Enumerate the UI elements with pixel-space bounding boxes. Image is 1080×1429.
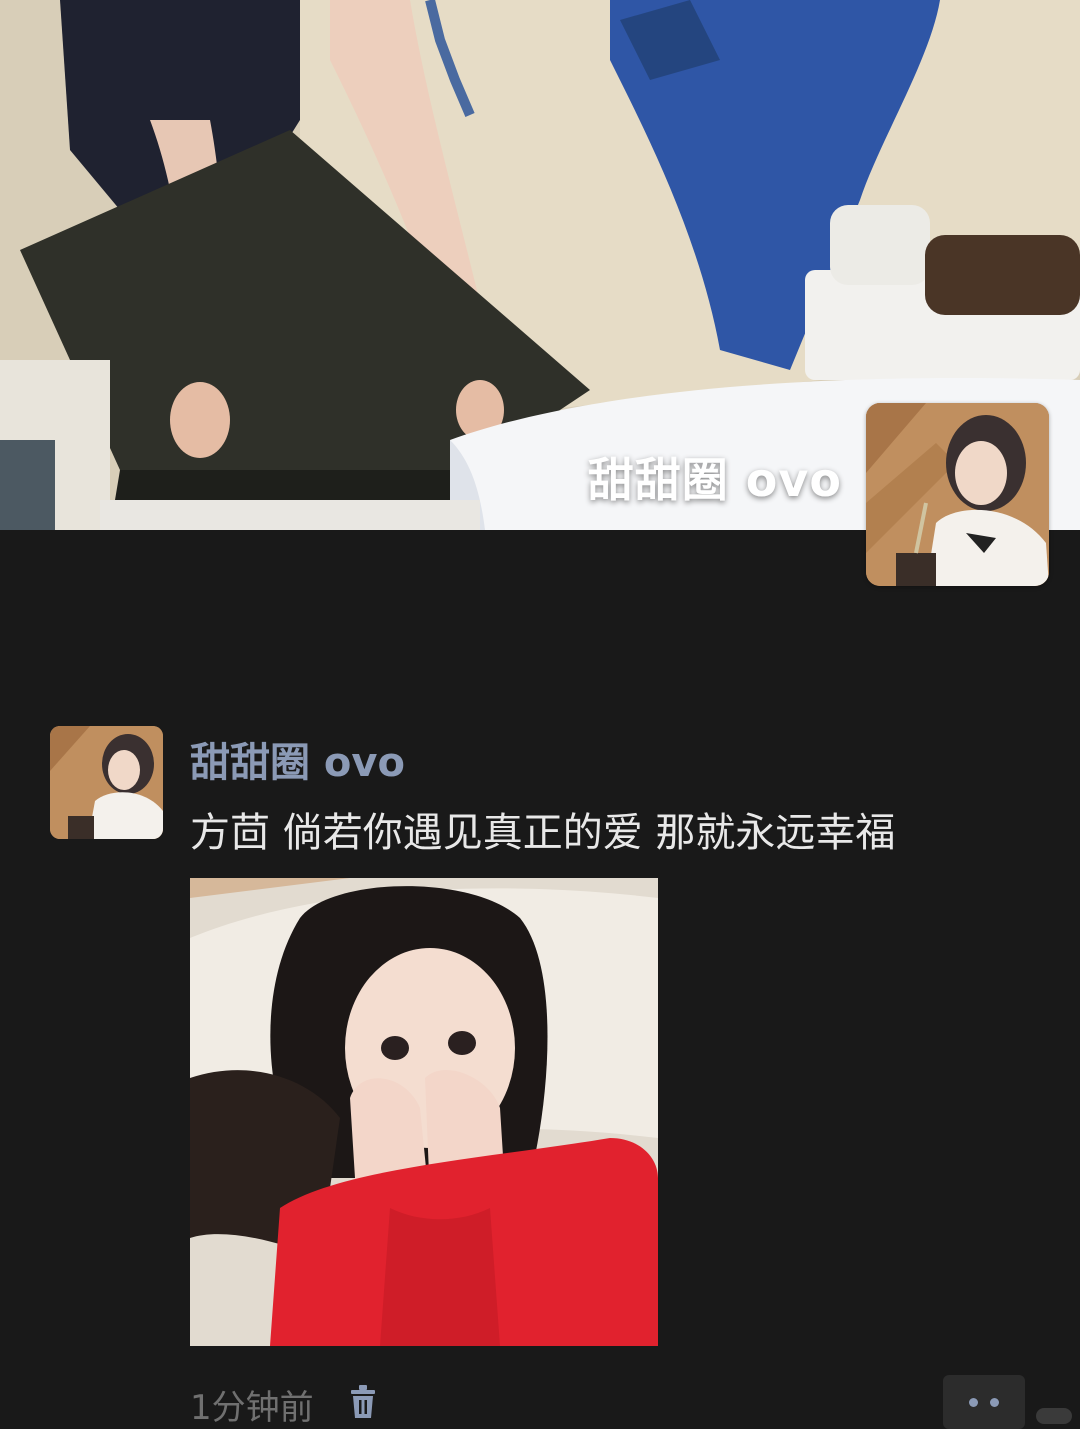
post-author-avatar[interactable] [50, 726, 163, 839]
post-text: 方茴 倘若你遇见真正的爱 那就永远幸福 [190, 810, 896, 856]
post-author-name[interactable]: 甜甜圈 ovo [190, 730, 405, 788]
avatar-image [866, 403, 1049, 586]
watermark-badge [1036, 1408, 1072, 1424]
cover-avatar[interactable] [866, 403, 1049, 586]
cover-username: 甜甜圈 ovo [587, 453, 842, 507]
more-dots-icon [969, 1397, 978, 1407]
more-dots-icon [990, 1397, 999, 1407]
post-timestamp: 1分钟前 [190, 1388, 314, 1428]
trash-icon[interactable] [348, 1384, 378, 1420]
more-actions-button[interactable] [943, 1375, 1025, 1429]
post-photo [190, 878, 658, 1346]
avatar-image [50, 726, 163, 839]
post-image[interactable] [190, 878, 658, 1346]
